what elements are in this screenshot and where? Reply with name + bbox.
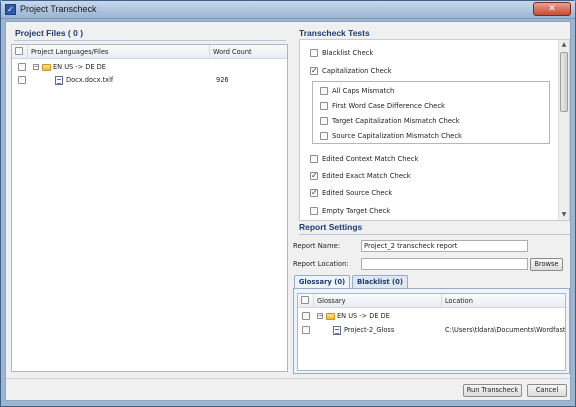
- col-header-languages[interactable]: Project Languages/Files: [28, 45, 210, 59]
- file-name: Docx.docx.txlf: [66, 76, 114, 84]
- glossary-location: C:\Users\tldara\Documents\Wordfast...: [445, 326, 565, 334]
- blacklist-check-checkbox[interactable]: [310, 49, 318, 57]
- report-name-input[interactable]: Project_2 transcheck report: [361, 240, 528, 252]
- footer-divider: [6, 378, 570, 379]
- table-row[interactable]: − EN US -> DE DE: [12, 61, 287, 74]
- word-count: 926: [216, 76, 229, 84]
- project-transcheck-window: ✓ Project Transcheck ✕ Project Files ( 0…: [0, 0, 576, 407]
- tab-glossary[interactable]: Glossary (0): [294, 275, 350, 288]
- all-caps-mismatch-label[interactable]: All Caps Mismatch: [332, 86, 394, 96]
- edited-exact-match-checkbox[interactable]: [310, 171, 318, 180]
- capitalization-check-checkbox[interactable]: [310, 66, 318, 75]
- scroll-thumb[interactable]: [560, 52, 568, 112]
- collapse-icon[interactable]: −: [317, 313, 323, 319]
- app-icon: ✓: [5, 4, 16, 15]
- collapse-icon[interactable]: −: [33, 64, 39, 70]
- glossary-grid: Glossary Location − EN US -> DE DE Proje…: [297, 293, 566, 371]
- project-files-grid: Project Languages/Files Word Count − EN …: [11, 44, 288, 372]
- glossary-name: Project-2_Gloss: [344, 326, 395, 334]
- report-location-label: Report Location:: [293, 260, 349, 268]
- capitalization-options-group: All Caps Mismatch First Word Case Differ…: [312, 81, 550, 144]
- source-cap-mismatch-label[interactable]: Source Capitalization Mismatch Check: [332, 131, 462, 141]
- project-files-heading: Project Files ( 0 ): [15, 28, 84, 38]
- col-header-word-count[interactable]: Word Count: [210, 45, 289, 59]
- transcheck-tests-heading: Transcheck Tests: [299, 28, 370, 38]
- first-word-case-checkbox[interactable]: [320, 102, 328, 110]
- close-button[interactable]: ✕: [533, 2, 571, 16]
- col-header-glossary[interactable]: Glossary: [314, 294, 442, 308]
- language-pair-label: EN US -> DE DE: [337, 312, 390, 320]
- glossary-file-icon: [333, 326, 341, 335]
- table-row[interactable]: Docx.docx.txlf 926: [12, 74, 287, 87]
- row-checkbox[interactable]: [18, 63, 26, 71]
- cancel-button[interactable]: Cancel: [527, 384, 567, 397]
- folder-icon: [42, 64, 51, 71]
- table-row[interactable]: Project-2_Gloss C:\Users\tldara\Document…: [298, 324, 565, 337]
- report-name-label: Report Name:: [293, 242, 341, 250]
- edited-exact-match-label[interactable]: Edited Exact Match Check: [322, 171, 411, 181]
- transcheck-tests-list: Blacklist Check Capitalization Check All…: [299, 39, 570, 221]
- folder-icon: [326, 313, 335, 320]
- report-settings-rule: [299, 234, 570, 235]
- glossary-tab-panel: Glossary Location − EN US -> DE DE Proje…: [293, 288, 570, 374]
- blacklist-check-label[interactable]: Blacklist Check: [322, 48, 373, 58]
- project-files-header: Project Languages/Files Word Count: [12, 45, 287, 59]
- col-header-location[interactable]: Location: [442, 294, 567, 308]
- tests-scrollbar[interactable]: ▲ ▼: [558, 40, 569, 220]
- scroll-down-arrow[interactable]: ▼: [559, 211, 569, 218]
- glossary-select-all-checkbox[interactable]: [301, 296, 309, 304]
- edited-source-checkbox[interactable]: [310, 188, 318, 197]
- report-location-input[interactable]: [361, 258, 528, 270]
- project-files-rule: [14, 40, 286, 41]
- capitalization-check-label[interactable]: Capitalization Check: [322, 66, 392, 76]
- first-word-case-label[interactable]: First Word Case Difference Check: [332, 101, 445, 111]
- edited-context-match-checkbox[interactable]: [310, 155, 318, 163]
- run-transcheck-button[interactable]: Run Transcheck: [463, 384, 522, 397]
- select-all-checkbox[interactable]: [15, 47, 23, 55]
- table-row[interactable]: − EN US -> DE DE: [298, 310, 565, 323]
- glossary-header: Glossary Location: [298, 294, 565, 308]
- browse-button[interactable]: Browse: [530, 258, 563, 271]
- language-pair-label: EN US -> DE DE: [53, 63, 106, 71]
- tab-blacklist[interactable]: Blacklist (0): [352, 275, 408, 288]
- empty-target-checkbox[interactable]: [310, 207, 318, 215]
- select-all-cell: [12, 45, 28, 59]
- window-title: Project Transcheck: [20, 4, 97, 14]
- scroll-up-arrow[interactable]: ▲: [559, 41, 569, 48]
- edited-context-match-label[interactable]: Edited Context Match Check: [322, 154, 418, 164]
- title-bar: ✓ Project Transcheck ✕: [1, 1, 575, 19]
- row-checkbox[interactable]: [18, 76, 26, 84]
- edited-source-label[interactable]: Edited Source Check: [322, 188, 392, 198]
- empty-target-label[interactable]: Empty Target Check: [322, 206, 390, 216]
- target-cap-mismatch-checkbox[interactable]: [320, 117, 328, 125]
- row-checkbox[interactable]: [302, 326, 310, 334]
- all-caps-mismatch-checkbox[interactable]: [320, 87, 328, 95]
- glossary-select-all-cell: [298, 294, 314, 308]
- row-checkbox[interactable]: [302, 312, 310, 320]
- txlf-file-icon: [55, 76, 63, 85]
- report-settings-heading: Report Settings: [299, 222, 363, 232]
- target-cap-mismatch-label[interactable]: Target Capitalization Mismatch Check: [332, 116, 460, 126]
- source-cap-mismatch-checkbox[interactable]: [320, 132, 328, 140]
- dialog-body: Project Files ( 0 ) Project Languages/Fi…: [5, 21, 571, 401]
